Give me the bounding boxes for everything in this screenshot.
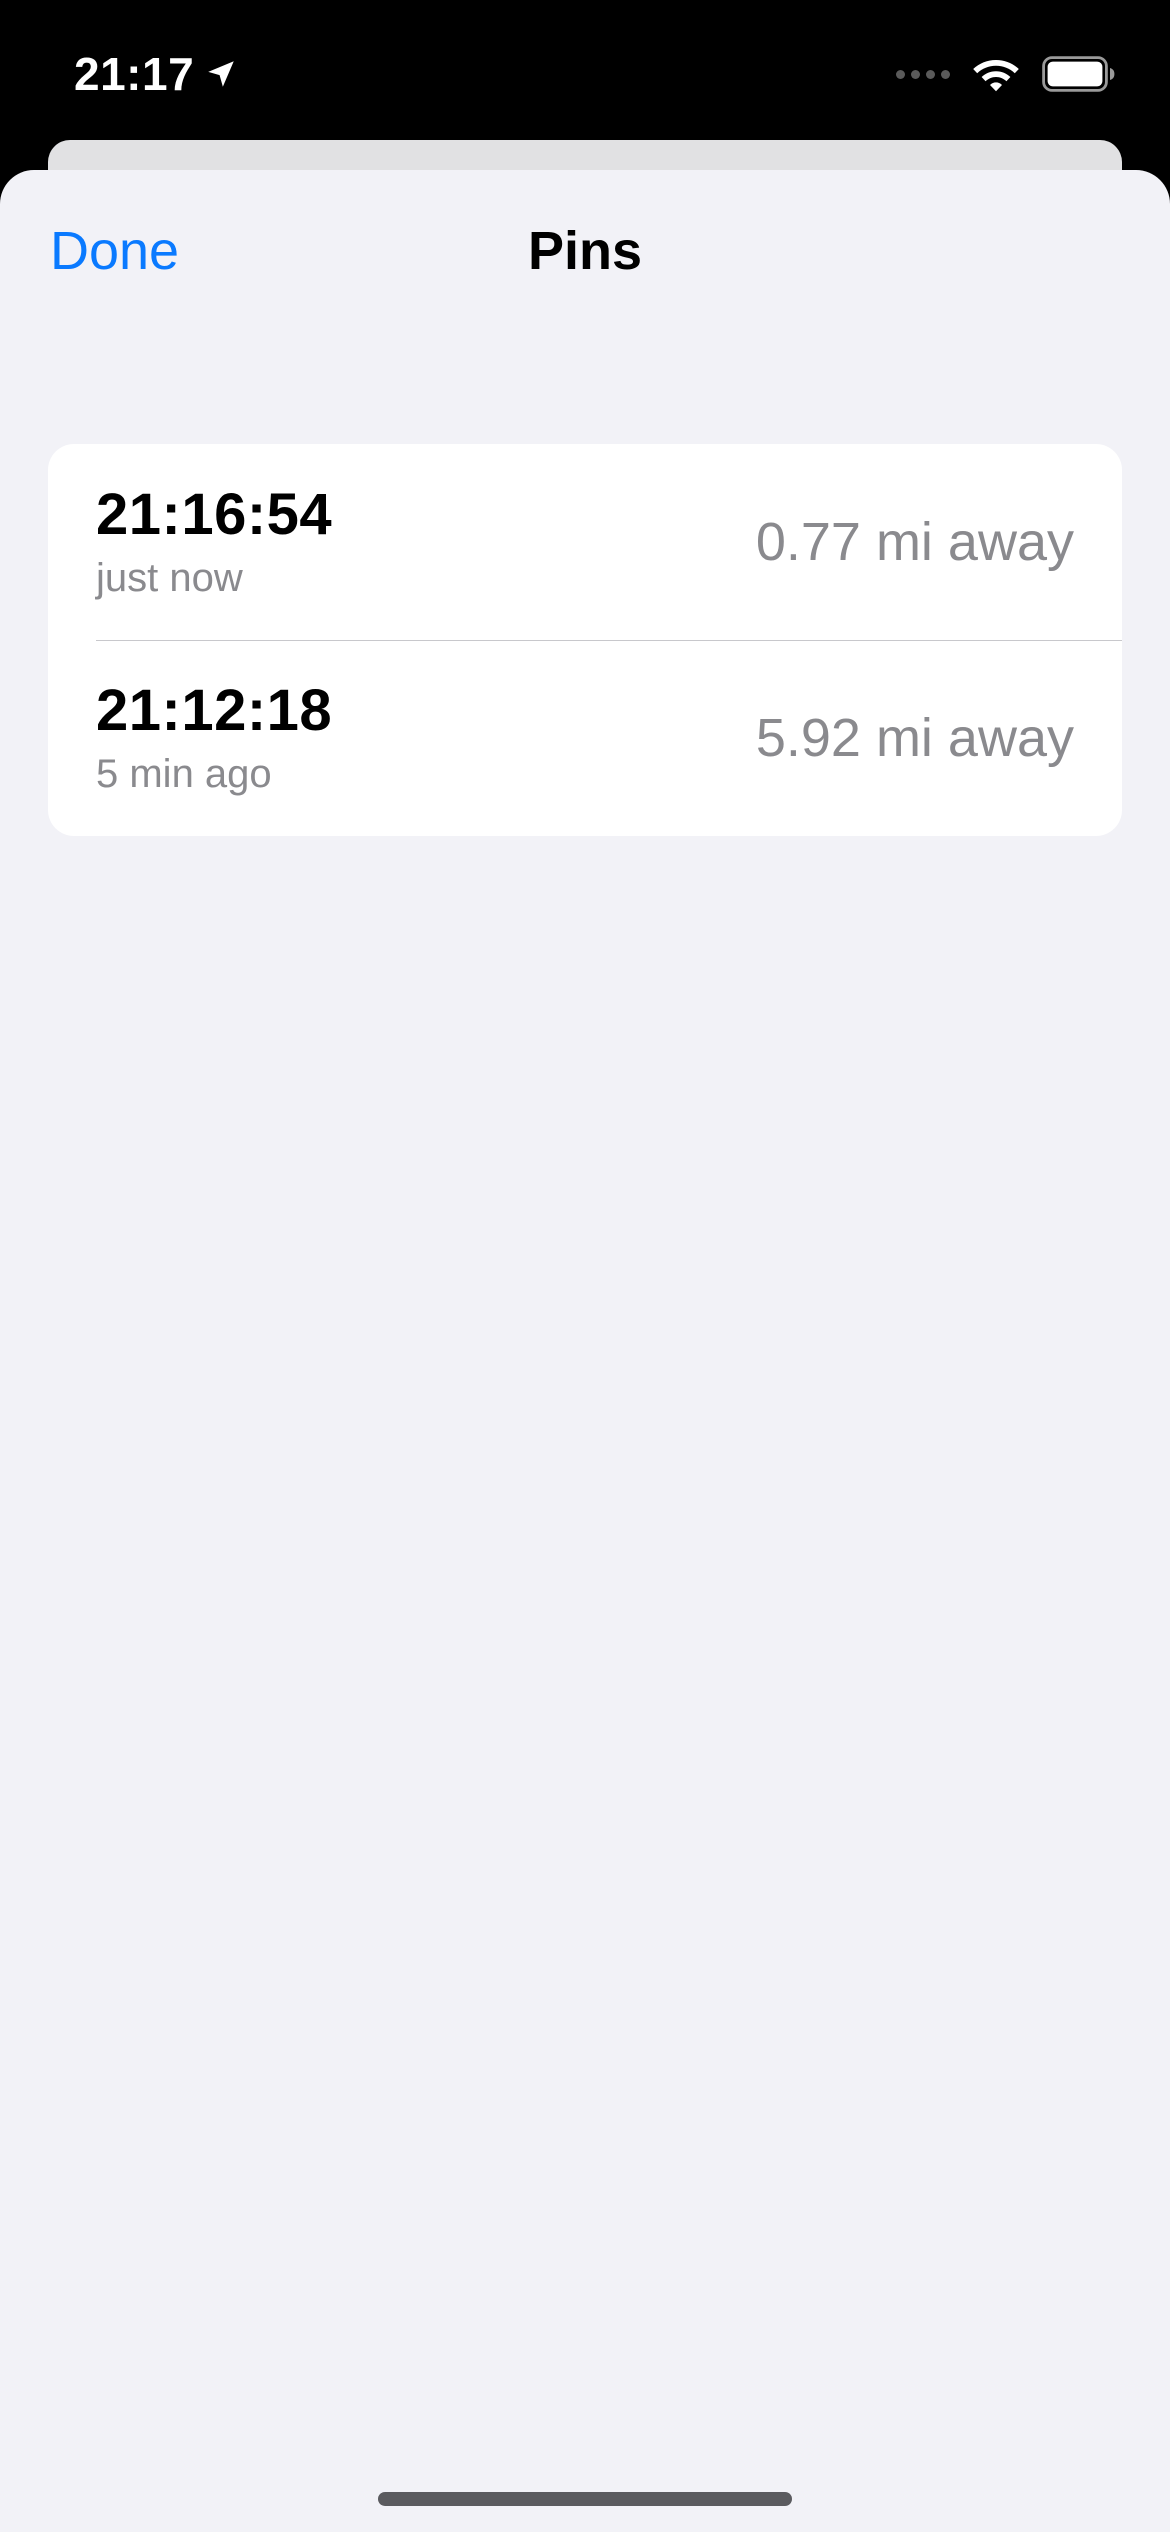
pin-relative-time: 5 min ago [96,752,272,797]
pin-relative-time: just now [96,556,243,601]
pin-distance: 0.77 mi away [755,512,1074,572]
pin-info: 21:12:18 5 min ago [96,677,333,798]
battery-icon [1042,56,1115,92]
pin-info: 21:16:54 just now [96,481,333,602]
status-time: 21:17 [74,48,195,100]
pins-sheet: Done Pins 21:16:54 just now 0.77 mi away… [0,170,1170,2532]
signal-dots-icon [896,69,950,79]
pin-distance: 5.92 mi away [755,708,1074,768]
status-indicators [896,52,1116,96]
wifi-icon [973,60,1019,92]
pins-list: 21:16:54 just now 0.77 mi away 21:12:18 … [48,444,1122,836]
status-time-group: 21:17 [74,44,238,104]
location-arrow-icon [208,61,234,87]
pin-time: 21:16:54 [96,481,333,547]
status-bar: 21:17 [0,0,1170,140]
pin-row[interactable]: 21:16:54 just now 0.77 mi away [48,444,1122,640]
pin-row[interactable]: 21:12:18 5 min ago 5.92 mi away [48,640,1122,836]
pin-time: 21:12:18 [96,677,333,743]
page-title: Pins [527,221,643,281]
home-indicator[interactable] [378,2492,792,2506]
